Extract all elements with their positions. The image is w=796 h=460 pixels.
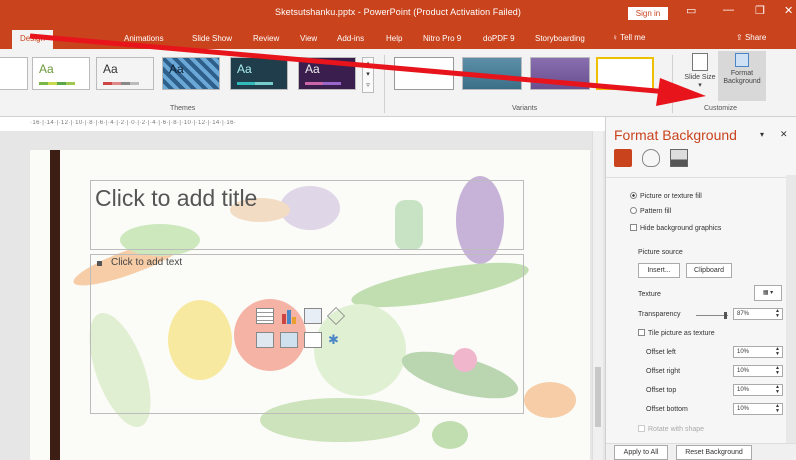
title-placeholder[interactable]: Click to add title <box>90 180 524 250</box>
insert-video-icon[interactable] <box>304 332 322 348</box>
close-icon[interactable]: ✕ <box>784 4 793 17</box>
hide-background-checkbox[interactable]: Hide background graphics <box>630 224 721 232</box>
format-background-button[interactable]: Format Background <box>718 51 766 101</box>
theme-thumbnail[interactable]: Aa <box>96 57 154 90</box>
pane-options-icon[interactable]: ▾ <box>760 130 764 139</box>
title-bar: Sketsutshanku.pptx - PowerPoint (Product… <box>0 0 796 27</box>
theme-thumbnail[interactable]: Aa <box>298 57 356 90</box>
share-button[interactable]: ⇪ Share <box>736 33 766 42</box>
tab-dopdf[interactable]: doPDF 9 <box>483 34 515 43</box>
document-title: Sketsutshanku.pptx - PowerPoint (Product… <box>274 7 522 17</box>
theme-thumbnail[interactable]: Aa <box>32 57 90 90</box>
texture-dropdown[interactable]: ▦ ▾ <box>754 285 782 301</box>
slide-size-icon <box>692 53 708 71</box>
insert-3d-model-icon[interactable] <box>326 306 346 326</box>
offset-right-label: Offset right <box>646 368 681 375</box>
ribbon-tabs: Design Animations Slide Show Review View… <box>0 27 796 49</box>
share-icon: ⇪ <box>736 33 745 42</box>
tell-me-search[interactable]: ♀ Tell me <box>612 33 645 42</box>
offset-bottom-spinner[interactable]: 10% ▲ ▼ <box>733 403 783 415</box>
transparency-label: Transparency <box>638 311 681 318</box>
offset-bottom-label: Offset bottom <box>646 406 688 413</box>
scrollbar-thumb[interactable] <box>595 367 601 427</box>
horizontal-ruler: ·16·|·14·|·12·|·10·|·8·|·6·|·4·|·2·|·0·|… <box>30 120 237 126</box>
variant-thumbnail[interactable] <box>596 57 654 90</box>
restore-icon[interactable]: ❐ <box>755 4 765 17</box>
picture-fill-radio[interactable]: Picture or texture fill <box>630 192 702 200</box>
insert-online-picture-icon[interactable] <box>280 332 298 348</box>
themes-more-icon[interactable]: ▴ ▾ ▿ <box>362 57 374 93</box>
content-placeholder-text: Click to add text <box>111 257 183 268</box>
pane-scrollbar[interactable] <box>786 175 796 457</box>
format-background-icon <box>735 53 749 67</box>
sign-in-button[interactable]: Sign in <box>628 7 668 20</box>
ribbon-display-icon[interactable]: ▭ <box>686 4 696 17</box>
texture-label: Texture <box>638 291 661 298</box>
fill-icon[interactable] <box>614 149 632 167</box>
offset-top-spinner[interactable]: 10% ▲ ▼ <box>733 384 783 396</box>
slide-canvas[interactable]: Click to add title Click to add text ✱ <box>30 150 590 460</box>
ribbon-body: Aa Aa Aa Aa Aa ▴ ▾ ▿ Themes Variants Slide… <box>0 49 796 117</box>
insert-smartart-icon[interactable] <box>304 308 322 324</box>
theme-thumbnail[interactable]: Aa <box>230 57 288 90</box>
offset-right-spinner[interactable]: 10% ▲ ▼ <box>733 365 783 377</box>
lightbulb-icon: ♀ <box>612 33 621 42</box>
apply-to-all-button[interactable]: Apply to All <box>614 445 668 460</box>
tab-review[interactable]: Review <box>253 34 279 43</box>
pane-close-icon[interactable]: ✕ <box>780 129 788 140</box>
transparency-spinner[interactable]: 87% ▲ ▼ <box>733 308 783 320</box>
pattern-fill-radio[interactable]: Pattern fill <box>630 207 671 215</box>
insert-chart-icon[interactable] <box>280 308 298 324</box>
tab-storyboarding[interactable]: Storyboarding <box>535 34 585 43</box>
format-background-pane: Format Background ▾ ✕ Picture or texture… <box>605 117 796 460</box>
slide-size-button[interactable]: Slide Size ▾ <box>682 53 718 90</box>
insert-icons-icon[interactable]: ✱ <box>328 332 344 348</box>
tab-add-ins[interactable]: Add-ins <box>337 34 364 43</box>
tab-nitro[interactable]: Nitro Pro 9 <box>423 34 461 43</box>
picture-source-label: Picture source <box>638 249 683 256</box>
transparency-slider-handle[interactable] <box>724 312 727 319</box>
bullet-icon <box>97 261 102 266</box>
minimize-icon[interactable]: — <box>723 4 734 16</box>
insert-picture-icon[interactable] <box>256 332 274 348</box>
tab-animations[interactable]: Animations <box>124 34 164 43</box>
variant-thumbnail[interactable] <box>530 57 590 90</box>
slide-vertical-scrollbar[interactable] <box>592 131 603 460</box>
tile-checkbox[interactable]: Tile picture as texture <box>638 329 715 337</box>
insert-content-icons: ✱ <box>256 306 356 354</box>
reset-background-button[interactable]: Reset Background <box>676 445 752 460</box>
insert-table-icon[interactable] <box>256 308 274 324</box>
picture-icon[interactable] <box>670 149 688 167</box>
variant-thumbnail[interactable] <box>462 57 522 90</box>
clipboard-button[interactable]: Clipboard <box>686 263 732 278</box>
effects-icon[interactable] <box>642 149 660 167</box>
theme-thumbnail[interactable] <box>0 57 28 90</box>
theme-thumbnail[interactable]: Aa <box>162 57 220 90</box>
offset-top-label: Offset top <box>646 387 677 394</box>
tab-slide-show[interactable]: Slide Show <box>192 34 232 43</box>
tab-design[interactable]: Design <box>12 30 53 49</box>
pane-title: Format Background <box>614 127 737 143</box>
variants-group-label: Variants <box>512 105 538 112</box>
tab-help[interactable]: Help <box>386 34 402 43</box>
rotate-with-shape-checkbox[interactable]: Rotate with shape <box>638 425 704 433</box>
variant-thumbnail[interactable] <box>394 57 454 90</box>
offset-left-label: Offset left <box>646 349 676 356</box>
customize-group-label: Customize <box>704 105 738 112</box>
texture-icon: ▦ <box>762 290 769 296</box>
insert-picture-button[interactable]: Insert... <box>638 263 680 278</box>
tab-view[interactable]: View <box>300 34 317 43</box>
themes-group-label: Themes <box>170 105 196 112</box>
offset-left-spinner[interactable]: 10% ▲ ▼ <box>733 346 783 358</box>
